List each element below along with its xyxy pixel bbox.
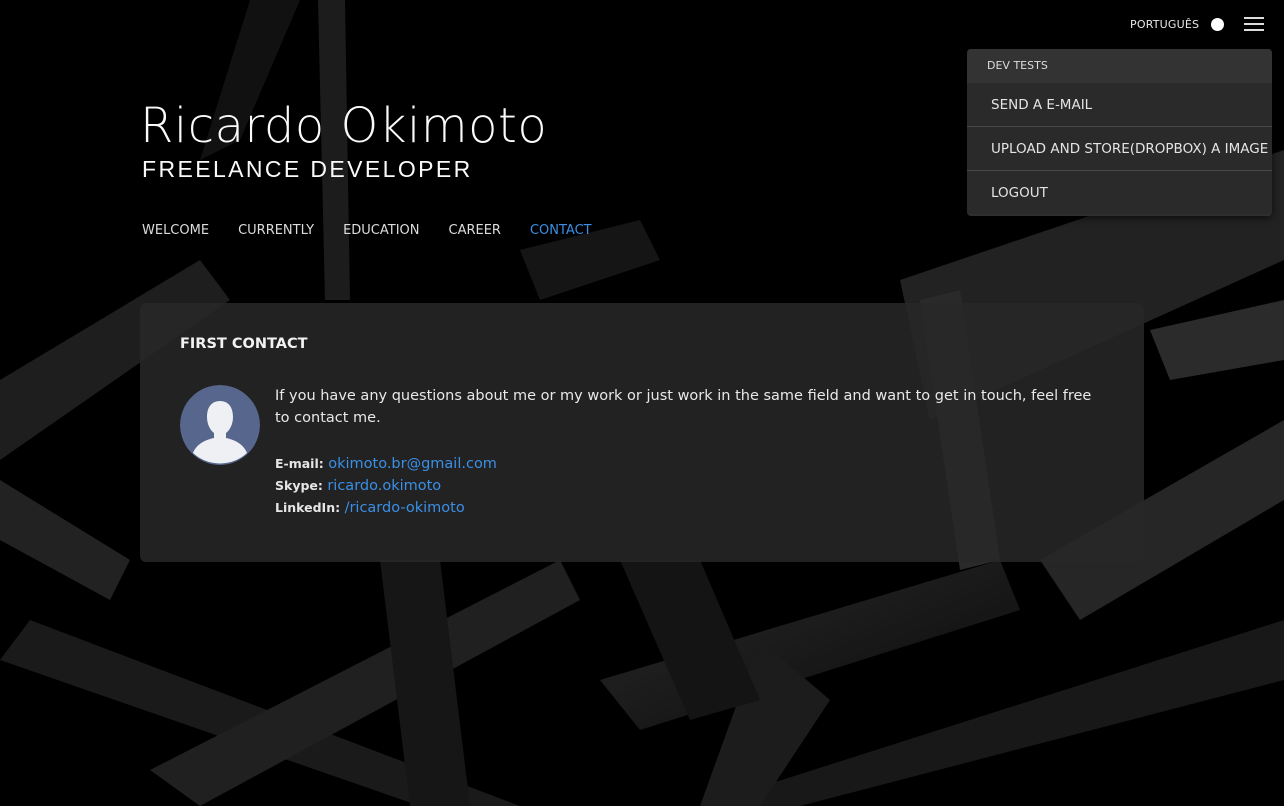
contact-card: FIRST CONTACT If you have any questions …: [140, 303, 1144, 562]
linkedin-link[interactable]: /ricardo-okimoto: [345, 500, 465, 516]
site-subtitle: FREELANCE DEVELOPER: [142, 156, 473, 182]
skype-label: Skype:: [275, 478, 323, 493]
page: PORTUGUÊS DEV TESTS SEND A E-MAIL UPLOAD…: [0, 0, 1284, 806]
contact-row-email: E-mail: okimoto.br@gmail.com: [275, 453, 497, 475]
email-label: E-mail:: [275, 456, 324, 471]
contact-list: E-mail: okimoto.br@gmail.com Skype: rica…: [275, 453, 497, 519]
contact-row-linkedin: LinkedIn: /ricardo-okimoto: [275, 497, 497, 519]
nav-item-education[interactable]: EDUCATION: [343, 223, 419, 238]
menu-item-logout[interactable]: LOGOUT: [967, 170, 1272, 214]
nav-item-currently[interactable]: CURRENTLY: [238, 223, 314, 238]
menu-item-upload-image[interactable]: UPLOAD AND STORE(DROPBOX) A IMAGE: [967, 126, 1272, 170]
contact-row-skype: Skype: ricardo.okimoto: [275, 475, 497, 497]
main-nav: WELCOME CURRENTLY EDUCATION CAREER CONTA…: [142, 223, 621, 238]
user-avatar-icon: [180, 385, 260, 465]
hamburger-menu-icon[interactable]: [1244, 16, 1264, 32]
card-title: FIRST CONTACT: [180, 336, 308, 352]
dropdown-header: DEV TESTS: [967, 49, 1272, 83]
linkedin-label: LinkedIn:: [275, 500, 341, 515]
nav-item-welcome[interactable]: WELCOME: [142, 223, 209, 238]
nav-item-contact[interactable]: CONTACT: [530, 223, 592, 238]
menu-item-send-email[interactable]: SEND A E-MAIL: [967, 83, 1272, 126]
nav-item-career[interactable]: CAREER: [449, 223, 501, 238]
site-owner-name: Ricardo Okimoto: [140, 98, 548, 154]
contact-intro-text: If you have any questions about me or my…: [275, 388, 1092, 426]
skype-link[interactable]: ricardo.okimoto: [327, 478, 441, 494]
language-switch[interactable]: PORTUGUÊS: [1130, 18, 1199, 31]
circle-toggle-icon[interactable]: [1211, 18, 1224, 31]
email-link[interactable]: okimoto.br@gmail.com: [328, 456, 497, 472]
dev-tests-dropdown: DEV TESTS SEND A E-MAIL UPLOAD AND STORE…: [967, 49, 1272, 216]
